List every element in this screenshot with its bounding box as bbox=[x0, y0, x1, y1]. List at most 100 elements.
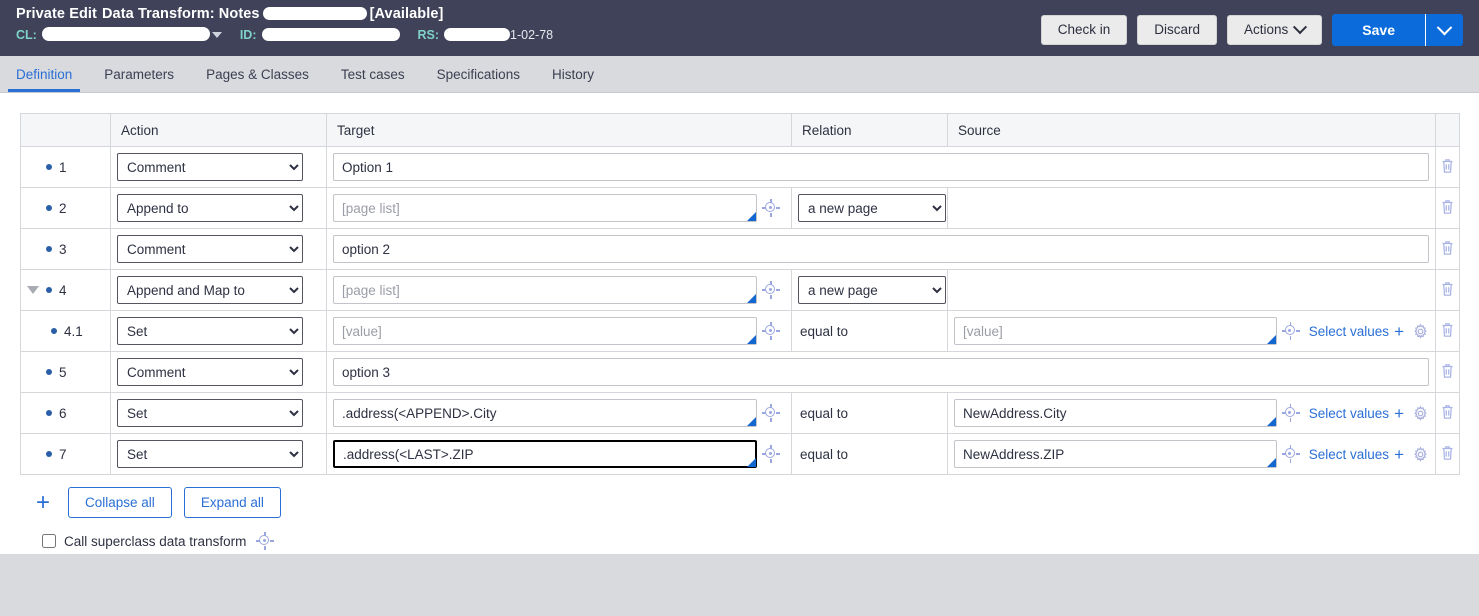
select-values-link[interactable]: Select values bbox=[1309, 324, 1389, 339]
target-input[interactable] bbox=[333, 276, 757, 304]
action-select[interactable]: Comment bbox=[117, 358, 303, 386]
gear-icon[interactable] bbox=[1412, 445, 1429, 463]
crosshair-icon[interactable] bbox=[1281, 322, 1300, 340]
actions-button-label: Actions bbox=[1244, 22, 1289, 38]
row-bullet-icon bbox=[46, 205, 52, 211]
action-select[interactable]: Comment bbox=[117, 153, 303, 181]
action-select[interactable]: Set bbox=[117, 399, 303, 427]
source-input[interactable] bbox=[954, 317, 1277, 345]
add-row-icon[interactable]: + bbox=[30, 490, 56, 515]
delete-row-icon[interactable] bbox=[1440, 239, 1455, 256]
tab-history[interactable]: History bbox=[536, 67, 610, 92]
row-number: 6 bbox=[59, 405, 67, 421]
delete-row-icon[interactable] bbox=[1440, 157, 1455, 174]
delete-cell[interactable] bbox=[1435, 228, 1460, 270]
delete-cell[interactable] bbox=[1435, 187, 1460, 229]
row-bullet-icon bbox=[46, 451, 52, 457]
relation-select[interactable]: a new page bbox=[798, 194, 946, 222]
delete-cell[interactable] bbox=[1435, 310, 1460, 352]
delete-cell[interactable] bbox=[1435, 433, 1460, 475]
expand-all-button[interactable]: Expand all bbox=[183, 487, 281, 518]
gear-icon[interactable] bbox=[1412, 322, 1429, 340]
delete-row-icon[interactable] bbox=[1440, 444, 1455, 461]
row-number: 7 bbox=[59, 446, 67, 462]
target-input[interactable] bbox=[333, 153, 1429, 181]
superclass-checkbox[interactable] bbox=[42, 534, 56, 548]
target-input[interactable] bbox=[333, 440, 757, 468]
chevron-down-icon[interactable] bbox=[211, 32, 222, 38]
collapse-all-button[interactable]: Collapse all bbox=[68, 487, 172, 518]
save-button[interactable]: Save bbox=[1332, 14, 1425, 46]
add-value-icon[interactable]: + bbox=[1394, 446, 1404, 463]
crosshair-icon[interactable] bbox=[762, 322, 780, 340]
target-input[interactable] bbox=[333, 399, 757, 427]
crosshair-icon[interactable] bbox=[1281, 404, 1300, 422]
crosshair-icon[interactable] bbox=[762, 404, 780, 422]
row-number: 5 bbox=[59, 364, 67, 380]
check-in-button[interactable]: Check in bbox=[1040, 15, 1128, 45]
definition-panel: ActionTargetRelationSource 1 Comment 2 Appe… bbox=[0, 93, 1479, 554]
table-row: 1 Comment bbox=[20, 146, 1460, 188]
delete-cell[interactable] bbox=[1435, 146, 1460, 188]
action-select[interactable]: Append to bbox=[117, 194, 303, 222]
table-row: 6 Set equal to Select values + bbox=[20, 392, 1460, 434]
crosshair-icon[interactable] bbox=[762, 199, 780, 217]
target-cell bbox=[326, 187, 792, 229]
add-value-icon[interactable]: + bbox=[1394, 323, 1404, 340]
delete-cell[interactable] bbox=[1435, 269, 1460, 311]
source-input[interactable] bbox=[954, 440, 1277, 468]
action-cell: Set bbox=[110, 310, 327, 352]
tab-parameters[interactable]: Parameters bbox=[88, 67, 190, 92]
target-cell bbox=[326, 146, 1436, 188]
delete-row-icon[interactable] bbox=[1440, 362, 1455, 379]
action-cell: Set bbox=[110, 433, 327, 475]
discard-button[interactable]: Discard bbox=[1137, 15, 1218, 45]
crosshair-icon[interactable] bbox=[1281, 445, 1300, 463]
action-select[interactable]: Append and Map to bbox=[117, 276, 303, 304]
add-value-icon[interactable]: + bbox=[1394, 405, 1404, 422]
relation-cell: a new page bbox=[791, 187, 948, 229]
relation-select[interactable]: a new page bbox=[798, 276, 946, 304]
relation-cell: equal to bbox=[791, 433, 948, 475]
delete-row-icon[interactable] bbox=[1440, 321, 1455, 338]
target-input[interactable] bbox=[333, 194, 757, 222]
target-input[interactable] bbox=[333, 235, 1429, 263]
target-cell bbox=[326, 392, 792, 434]
source-cell bbox=[947, 269, 1436, 311]
target-input[interactable] bbox=[333, 358, 1429, 386]
delete-row-icon[interactable] bbox=[1440, 198, 1455, 215]
select-values-link[interactable]: Select values bbox=[1309, 447, 1389, 462]
delete-cell[interactable] bbox=[1435, 351, 1460, 393]
save-dropdown-button[interactable] bbox=[1425, 14, 1463, 46]
actions-button[interactable]: Actions bbox=[1227, 15, 1323, 45]
crosshair-icon[interactable] bbox=[762, 445, 780, 463]
row-bullet-icon bbox=[46, 410, 52, 416]
target-input[interactable] bbox=[333, 317, 757, 345]
column-header-target: Target bbox=[326, 113, 792, 147]
delete-cell[interactable] bbox=[1435, 392, 1460, 434]
crosshair-icon[interactable] bbox=[762, 281, 780, 299]
delete-row-icon[interactable] bbox=[1440, 403, 1455, 420]
select-values-link[interactable]: Select values bbox=[1309, 406, 1389, 421]
delete-row-icon[interactable] bbox=[1440, 280, 1455, 297]
tab-test-cases[interactable]: Test cases bbox=[325, 67, 421, 92]
action-select[interactable]: Set bbox=[117, 440, 303, 468]
gear-icon[interactable] bbox=[1412, 404, 1429, 422]
crosshair-icon[interactable] bbox=[256, 532, 275, 550]
page-title-main: Data Transform: Notes bbox=[101, 6, 260, 22]
tab-specifications[interactable]: Specifications bbox=[421, 67, 536, 92]
action-select[interactable]: Set bbox=[117, 317, 303, 345]
source-input[interactable] bbox=[954, 399, 1277, 427]
id-label: ID: bbox=[239, 28, 257, 42]
collapse-triangle-icon[interactable] bbox=[27, 286, 39, 294]
select-values-group: Select values + bbox=[1309, 446, 1404, 463]
row-number-cell: 1 bbox=[20, 146, 111, 188]
action-select[interactable]: Comment bbox=[117, 235, 303, 263]
table-body: 1 Comment 2 Append to a new page 3 Comment 4 App… bbox=[20, 146, 1460, 475]
tab-pages-classes[interactable]: Pages & Classes bbox=[190, 67, 325, 92]
tab-definition[interactable]: Definition bbox=[0, 67, 88, 92]
header-left: Private Edit Data Transform: Notes [Availa… bbox=[16, 6, 571, 42]
target-cell bbox=[326, 351, 1436, 393]
cl-label: CL: bbox=[16, 28, 37, 42]
rs-label: RS: bbox=[417, 28, 440, 42]
